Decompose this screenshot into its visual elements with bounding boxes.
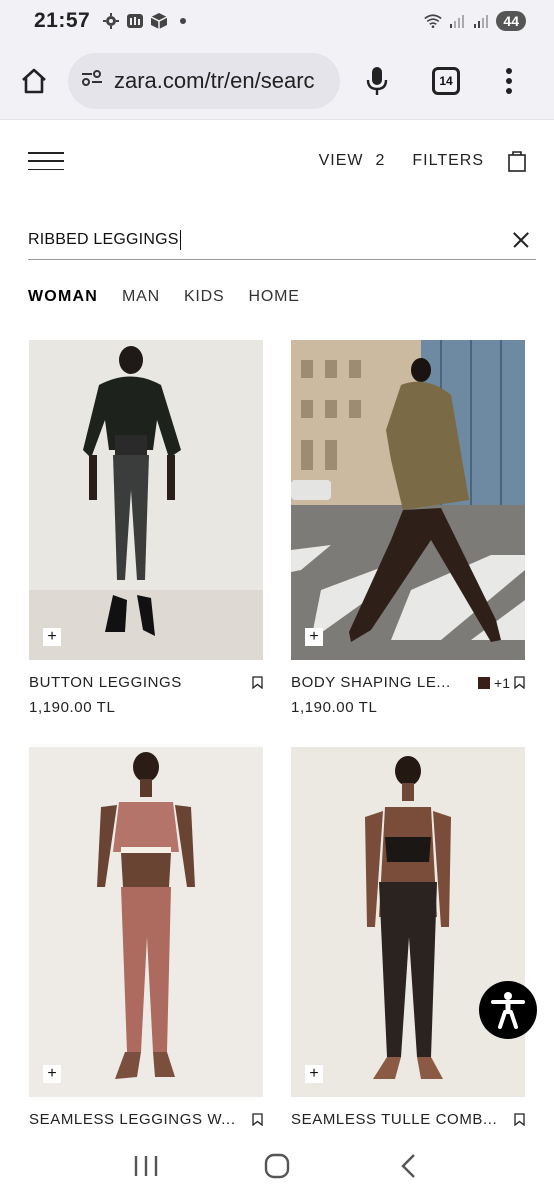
home-circle-icon <box>264 1153 290 1179</box>
status-bar: 21:57 44 <box>0 0 554 42</box>
menu-dot-icon <box>506 87 512 94</box>
product-card[interactable]: + SEAMLESS TULLE COMB... <box>291 747 525 1128</box>
menu-dot-icon <box>506 67 512 74</box>
settings-gear-icon <box>102 12 120 30</box>
product-actions <box>252 1113 263 1127</box>
text-caret <box>179 229 182 250</box>
add-to-cart-button[interactable]: + <box>43 628 61 646</box>
home-icon <box>22 68 46 93</box>
box-notification-icon <box>150 12 168 30</box>
product-actions: +1 <box>478 675 525 691</box>
search-field: RIBBED LEGGINGS <box>28 220 536 260</box>
filters-button[interactable]: FILTERS <box>412 152 484 170</box>
hamburger-menu-icon[interactable] <box>28 152 64 170</box>
home-button[interactable] <box>14 61 54 101</box>
tab-man[interactable]: MAN <box>122 288 160 306</box>
product-info: SEAMLESS TULLE COMB... <box>291 1111 525 1128</box>
voice-search-button[interactable] <box>362 61 392 101</box>
product-image[interactable]: + <box>291 747 525 1097</box>
product-name[interactable]: BODY SHAPING LE... <box>291 674 451 691</box>
signal-icon-2 <box>472 12 490 30</box>
product-actions <box>252 676 263 690</box>
add-to-cart-button[interactable]: + <box>305 628 323 646</box>
shopping-bag-icon[interactable] <box>508 150 526 172</box>
notification-icons <box>102 12 192 30</box>
recent-apps-icon <box>134 1156 157 1176</box>
tab-kids[interactable]: KIDS <box>184 288 225 306</box>
home-nav-button[interactable] <box>257 1146 297 1186</box>
product-image[interactable]: + <box>29 747 263 1097</box>
product-info: SEAMLESS LEGGINGS W... <box>29 1111 263 1128</box>
bookmark-icon[interactable] <box>252 1113 263 1127</box>
status-right: 44 <box>424 11 526 31</box>
tab-woman[interactable]: WOMAN <box>28 288 98 306</box>
dot-icon <box>174 12 192 30</box>
product-info: BUTTON LEGGINGS <box>29 674 263 691</box>
status-time: 21:57 <box>34 9 91 32</box>
address-bar[interactable]: zara.com/tr/en/searc <box>68 52 340 109</box>
product-name[interactable]: BUTTON LEGGINGS <box>29 674 182 691</box>
product-actions <box>514 1113 525 1127</box>
add-to-cart-button[interactable]: + <box>305 1065 323 1083</box>
product-card[interactable]: + BODY SHAPING LE... +1 1,190.00 TL <box>291 340 525 716</box>
wifi-icon <box>424 12 443 30</box>
microphone-icon <box>366 66 388 95</box>
header-actions: VIEW 2 FILTERS <box>319 150 526 172</box>
browser-toolbar: zara.com/tr/en/searc 14 <box>0 42 554 120</box>
recent-apps-button[interactable] <box>126 1146 166 1186</box>
product-price: 1,190.00 TL <box>291 699 378 716</box>
app-notification-icon <box>126 12 144 30</box>
accessibility-icon <box>491 992 525 1029</box>
back-button[interactable] <box>388 1146 428 1186</box>
bookmark-icon[interactable] <box>514 676 525 690</box>
site-header: VIEW 2 FILTERS <box>0 120 554 202</box>
product-card[interactable]: + SEAMLESS LEGGINGS W... <box>29 747 263 1128</box>
tab-switcher-button[interactable]: 14 <box>432 66 460 95</box>
search-input-value: RIBBED LEGGINGS <box>28 230 179 248</box>
product-name[interactable]: SEAMLESS TULLE COMB... <box>291 1111 497 1128</box>
signal-icon-1 <box>448 12 466 30</box>
category-tabs: WOMAN MAN KIDS HOME <box>28 288 300 306</box>
product-image[interactable]: + <box>291 340 525 660</box>
product-info: BODY SHAPING LE... +1 <box>291 674 525 691</box>
product-image[interactable]: + <box>29 340 263 660</box>
search-input[interactable]: RIBBED LEGGINGS <box>28 229 510 250</box>
bookmark-icon[interactable] <box>514 1113 525 1127</box>
bookmark-icon[interactable] <box>252 676 263 690</box>
system-navigation-bar <box>0 1132 554 1200</box>
battery-indicator: 44 <box>496 11 526 31</box>
tab-home[interactable]: HOME <box>249 288 300 306</box>
add-to-cart-button[interactable]: + <box>43 1065 61 1083</box>
back-chevron-icon <box>401 1154 416 1178</box>
menu-dot-icon <box>506 77 512 84</box>
view-columns-value[interactable]: 2 <box>375 152 384 170</box>
browser-menu-button[interactable] <box>506 67 512 94</box>
more-colors-count[interactable]: +1 <box>494 675 510 691</box>
product-price: 1,190.00 TL <box>29 699 116 716</box>
accessibility-button[interactable] <box>479 981 537 1039</box>
url-text: zara.com/tr/en/searc <box>114 67 315 93</box>
site-settings-icon[interactable] <box>80 68 104 93</box>
clear-search-icon[interactable] <box>510 229 532 251</box>
color-swatch[interactable] <box>478 676 491 689</box>
product-name[interactable]: SEAMLESS LEGGINGS W... <box>29 1111 236 1128</box>
product-card[interactable]: + BUTTON LEGGINGS 1,190.00 TL <box>29 340 263 716</box>
view-toggle[interactable]: VIEW <box>319 152 364 170</box>
